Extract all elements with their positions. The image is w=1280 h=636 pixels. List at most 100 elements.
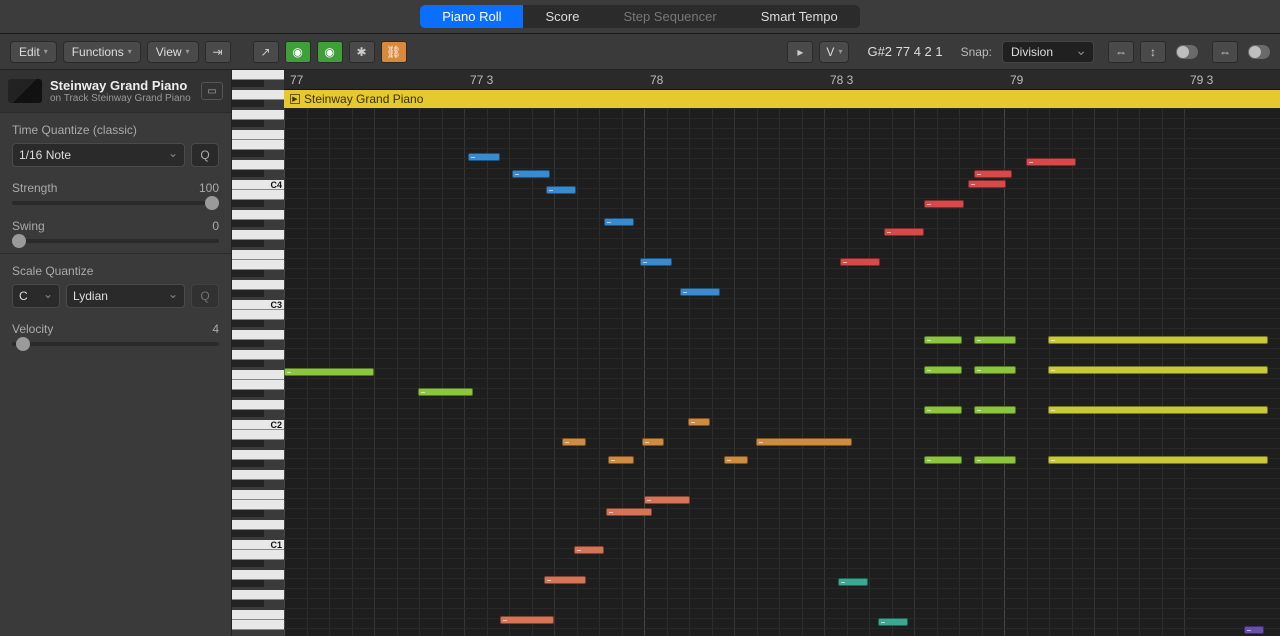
tab-step-sequencer[interactable]: Step Sequencer	[601, 5, 738, 28]
midi-note[interactable]	[878, 618, 908, 626]
midi-note[interactable]	[546, 186, 576, 194]
tool-select[interactable]: V▾	[819, 41, 849, 63]
midi-note[interactable]	[924, 456, 962, 464]
grid-canvas[interactable]	[284, 108, 1280, 636]
snap-select[interactable]: Division	[1002, 41, 1094, 63]
playhead-position: G#2 77 4 2 1	[855, 44, 954, 59]
chevron-down-icon: ▾	[838, 47, 842, 56]
midi-note[interactable]	[512, 170, 550, 178]
midi-note[interactable]	[974, 170, 1012, 178]
midi-note[interactable]	[1048, 456, 1268, 464]
main-area: Steinway Grand Piano on Track Steinway G…	[0, 70, 1280, 636]
swing-slider[interactable]	[12, 239, 219, 243]
midi-note[interactable]	[688, 418, 710, 426]
midi-note[interactable]	[574, 546, 604, 554]
midi-out-icon[interactable]: ◉	[317, 41, 343, 63]
midi-note[interactable]	[606, 508, 652, 516]
midi-note[interactable]	[974, 406, 1016, 414]
note-grid[interactable]: 7777 37878 37979 3 ▶ Steinway Grand Pian…	[284, 70, 1280, 636]
midi-note[interactable]	[608, 456, 634, 464]
tab-score[interactable]: Score	[523, 5, 601, 28]
midi-note[interactable]	[284, 368, 374, 376]
midi-note[interactable]	[924, 406, 962, 414]
midi-note[interactable]	[968, 180, 1006, 188]
strength-slider[interactable]	[12, 201, 219, 205]
track-options-button[interactable]: ▭	[201, 82, 223, 100]
midi-note[interactable]	[1026, 158, 1076, 166]
quantize-value-select[interactable]: 1/16 Note	[12, 143, 185, 167]
snap-label: Snap:	[961, 45, 992, 59]
region-name: Steinway Grand Piano	[304, 92, 423, 106]
piano-icon	[8, 79, 42, 103]
swing-label: Swing	[12, 219, 45, 233]
midi-note[interactable]	[640, 258, 672, 266]
midi-in-icon[interactable]: ◉	[285, 41, 311, 63]
tab-smart-tempo[interactable]: Smart Tempo	[739, 5, 860, 28]
region-play-icon: ▶	[290, 94, 300, 104]
midi-note[interactable]	[1048, 366, 1268, 374]
pointer-tool-icon[interactable]: ▸	[787, 41, 813, 63]
midi-note[interactable]	[974, 366, 1016, 374]
horizontal-zoom-slider[interactable]	[1248, 45, 1270, 59]
midi-note[interactable]	[924, 366, 962, 374]
midi-note[interactable]	[1048, 336, 1268, 344]
octave-label: C2	[270, 420, 282, 430]
quantize-button[interactable]: Q	[191, 143, 219, 167]
chevron-down-icon: ▾	[128, 47, 132, 56]
midi-note[interactable]	[974, 336, 1016, 344]
midi-note[interactable]	[884, 228, 924, 236]
edit-menu[interactable]: Edit ▾	[10, 41, 57, 63]
vertical-zoom-slider[interactable]	[1176, 45, 1198, 59]
velocity-value: 4	[212, 322, 219, 336]
tab-piano-roll[interactable]: Piano Roll	[420, 5, 523, 28]
midi-note[interactable]	[724, 456, 748, 464]
midi-note[interactable]	[924, 336, 962, 344]
midi-note[interactable]	[562, 438, 586, 446]
midi-note[interactable]	[1244, 626, 1264, 634]
midi-note[interactable]	[924, 200, 964, 208]
inspector-sidebar: Steinway Grand Piano on Track Steinway G…	[0, 70, 232, 636]
catch-icon[interactable]: ✱	[349, 41, 375, 63]
edit-menu-label: Edit	[19, 45, 40, 59]
swing-value: 0	[212, 219, 219, 233]
zoom-horizontal-icon-2[interactable]: ⇔	[1212, 41, 1238, 63]
midi-note[interactable]	[1048, 406, 1268, 414]
track-header: Steinway Grand Piano on Track Steinway G…	[0, 70, 231, 113]
bar-ruler[interactable]: 7777 37878 37979 3	[284, 70, 1280, 90]
midi-note[interactable]	[500, 616, 554, 624]
track-name: Steinway Grand Piano	[50, 78, 193, 93]
functions-menu-label: Functions	[72, 45, 124, 59]
midi-note[interactable]	[604, 218, 634, 226]
zoom-vertical-icon[interactable]: ↕	[1140, 41, 1166, 63]
octave-label: C3	[270, 300, 282, 310]
scale-root-select[interactable]: C	[12, 284, 60, 308]
chevron-down-icon: ▾	[44, 47, 48, 56]
piano-keyboard[interactable]: C4 C3 C2 C1	[232, 70, 284, 636]
piano-roll-toolbar: Edit▾ Functions▾ View▾ ⇥ ↗ ◉ ◉ ✱ ⛓ ▸ V▾ …	[0, 34, 1280, 70]
midi-note[interactable]	[756, 438, 852, 446]
collapse-icon[interactable]: ⇥	[205, 41, 231, 63]
region-header[interactable]: ▶ Steinway Grand Piano	[284, 90, 1280, 108]
midi-note[interactable]	[680, 288, 720, 296]
velocity-slider[interactable]	[12, 342, 219, 346]
ruler-mark: 78 3	[830, 73, 853, 87]
midi-note[interactable]	[838, 578, 868, 586]
midi-note[interactable]	[468, 153, 500, 161]
automation-icon[interactable]: ↗	[253, 41, 279, 63]
octave-label: C4	[270, 180, 282, 190]
ruler-mark: 77	[290, 73, 303, 87]
midi-note[interactable]	[644, 496, 690, 504]
view-menu[interactable]: View▾	[147, 41, 199, 63]
midi-note[interactable]	[642, 438, 664, 446]
link-icon[interactable]: ⛓	[381, 41, 407, 63]
midi-note[interactable]	[418, 388, 473, 396]
ruler-mark: 77 3	[470, 73, 493, 87]
functions-menu[interactable]: Functions ▾	[63, 41, 141, 63]
octave-label: C1	[270, 540, 282, 550]
midi-note[interactable]	[544, 576, 586, 584]
scale-quantize-button[interactable]: Q	[191, 284, 219, 308]
scale-mode-select[interactable]: Lydian	[66, 284, 185, 308]
midi-note[interactable]	[840, 258, 880, 266]
midi-note[interactable]	[974, 456, 1016, 464]
zoom-horizontal-icon[interactable]: ⇔	[1108, 41, 1134, 63]
